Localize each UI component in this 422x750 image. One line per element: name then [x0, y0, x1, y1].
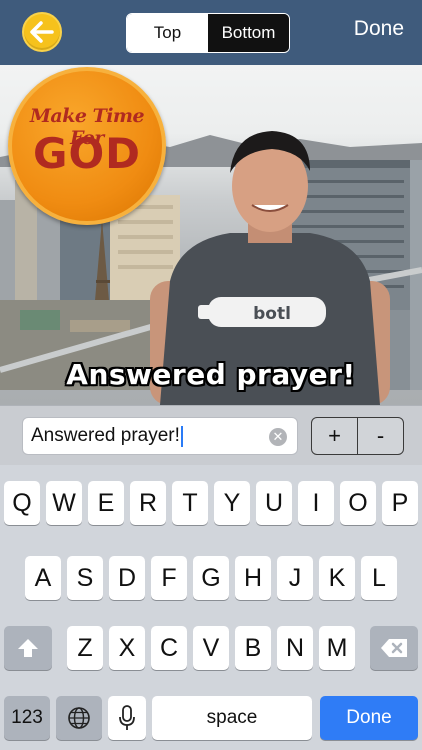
clear-icon[interactable]: ✕: [269, 428, 287, 446]
key-b[interactable]: B: [235, 626, 271, 670]
make-time-for-god-badge: Make Time For GOD: [8, 67, 166, 225]
key-c[interactable]: C: [151, 626, 187, 670]
shift-key[interactable]: [4, 626, 52, 670]
key-u[interactable]: U: [256, 481, 292, 525]
microphone-icon: [119, 705, 135, 730]
position-segmented-control: Top Bottom: [126, 13, 290, 53]
key-h[interactable]: H: [235, 556, 271, 600]
key-v[interactable]: V: [193, 626, 229, 670]
key-n[interactable]: N: [277, 626, 313, 670]
arrow-left-icon: [30, 21, 54, 43]
decrease-size-button[interactable]: -: [357, 418, 403, 454]
back-button[interactable]: [22, 12, 62, 52]
key-l[interactable]: L: [361, 556, 397, 600]
backspace-icon: [381, 639, 407, 657]
key-o[interactable]: O: [340, 481, 376, 525]
svg-text:botl: botl: [253, 304, 291, 324]
segment-top[interactable]: Top: [127, 14, 208, 52]
space-key[interactable]: space: [152, 696, 312, 740]
meme-photo: botl Make Time For GOD Answered prayer!: [0, 65, 422, 405]
key-d[interactable]: D: [109, 556, 145, 600]
key-w[interactable]: W: [46, 481, 82, 525]
top-nav-bar: Top Bottom Done: [0, 0, 422, 65]
increase-size-button[interactable]: +: [312, 418, 357, 454]
key-j[interactable]: J: [277, 556, 313, 600]
keyboard-done-key[interactable]: Done: [320, 696, 418, 740]
key-i[interactable]: I: [298, 481, 334, 525]
key-e[interactable]: E: [88, 481, 124, 525]
key-y[interactable]: Y: [214, 481, 250, 525]
key-k[interactable]: K: [319, 556, 355, 600]
dictation-key[interactable]: [108, 696, 146, 740]
numbers-key[interactable]: 123: [4, 696, 50, 740]
key-s[interactable]: S: [67, 556, 103, 600]
done-button[interactable]: Done: [354, 17, 404, 41]
shift-arrow-icon: [18, 639, 38, 657]
caption-text-value: Answered prayer!: [31, 425, 180, 446]
key-p[interactable]: P: [382, 481, 418, 525]
text-cursor: [180, 425, 183, 447]
delete-key[interactable]: [370, 626, 418, 670]
key-r[interactable]: R: [130, 481, 166, 525]
key-q[interactable]: Q: [4, 481, 40, 525]
key-z[interactable]: Z: [67, 626, 103, 670]
segment-bottom[interactable]: Bottom: [208, 14, 289, 52]
caption-text-field[interactable]: Answered prayer! ✕: [22, 417, 298, 455]
keyboard: Q W E R T Y U I O P A S D F G H J K L Z …: [0, 465, 422, 750]
globe-icon: [68, 707, 90, 729]
globe-key[interactable]: [56, 696, 102, 740]
key-f[interactable]: F: [151, 556, 187, 600]
caption-entry-bar: Answered prayer! ✕ + -: [0, 405, 422, 465]
key-t[interactable]: T: [172, 481, 208, 525]
meme-caption-text: Answered prayer!: [66, 358, 356, 391]
key-g[interactable]: G: [193, 556, 229, 600]
key-x[interactable]: X: [109, 626, 145, 670]
key-a[interactable]: A: [25, 556, 61, 600]
badge-main-text: GOD: [32, 129, 142, 178]
key-m[interactable]: M: [319, 626, 355, 670]
font-size-stepper: + -: [311, 417, 404, 455]
